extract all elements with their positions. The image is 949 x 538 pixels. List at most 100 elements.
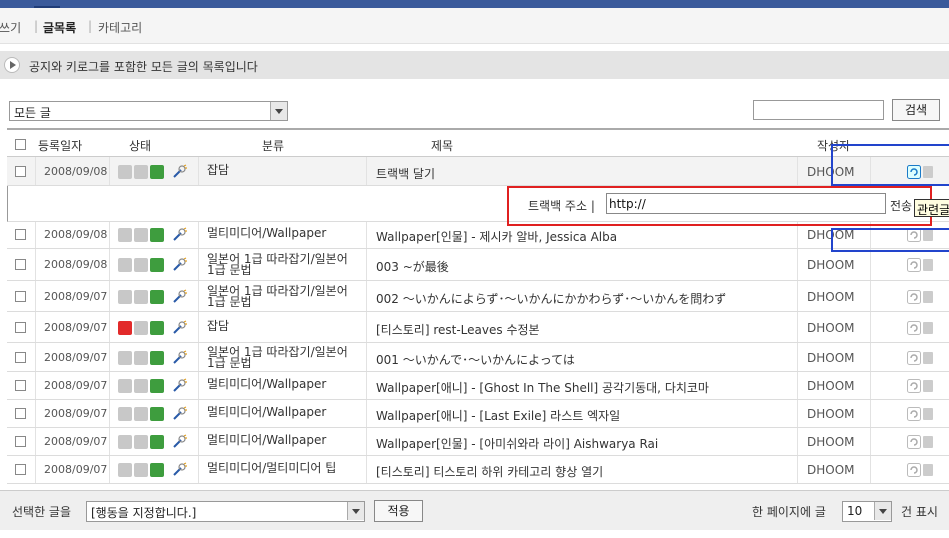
row-checkbox[interactable] [15,352,26,363]
key-icon[interactable] [134,435,148,449]
row-checkbox[interactable] [15,464,26,475]
unlock-icon[interactable] [150,290,164,304]
trackback-satellite-icon[interactable] [171,462,187,476]
refresh-icon[interactable] [907,290,921,304]
trackback-satellite-icon[interactable] [171,164,187,178]
refresh-icon[interactable] [907,407,921,421]
lock-icon[interactable] [118,228,132,242]
unlock-icon[interactable] [150,407,164,421]
trackback-satellite-icon[interactable] [171,406,187,420]
row-checkbox[interactable] [15,229,26,240]
key-icon[interactable] [134,463,148,477]
filter-select[interactable]: 모든 글 [9,101,288,121]
nav-write[interactable]: 글쓰기 [0,19,21,36]
search-input[interactable] [753,100,884,120]
trash-icon[interactable] [923,408,933,420]
trash-icon[interactable] [923,322,933,334]
table-row[interactable]: 2008/09/07 멀티미디어/Wallpaper Wallpaper[인물] -… [7,428,949,456]
table-row[interactable]: 2008/09/07 멀티미디어/Wallpaper Wallpaper[애니] -… [7,372,949,400]
row-category[interactable]: 멀티미디어/Wallpaper [207,434,357,446]
unlock-icon[interactable] [150,351,164,365]
key-icon[interactable] [134,407,148,421]
key-icon[interactable] [134,290,148,304]
lock-icon[interactable] [118,165,132,179]
row-checkbox[interactable] [15,322,26,333]
table-row[interactable]: 2008/09/07 멀티미디어/Wallpaper Wallpaper[애니] -… [7,400,949,428]
row-title[interactable]: Wallpaper[애니] - [Ghost In The Shell] 공각기… [376,379,709,396]
key-icon[interactable] [134,379,148,393]
refresh-icon[interactable] [907,435,921,449]
row-title[interactable]: [티스토리] rest-Leaves 수정본 [376,321,540,338]
col-date[interactable]: 등록일자 [38,137,82,154]
row-title[interactable]: 003 ~が最後 [376,258,449,275]
refresh-icon[interactable] [907,321,921,335]
row-title[interactable]: Wallpaper[인물] - 제시카 알바, Jessica Alba [376,228,617,245]
lock-icon[interactable] [118,435,132,449]
row-title[interactable]: 트랙백 달기 [376,165,435,182]
row-checkbox[interactable] [15,259,26,270]
row-checkbox[interactable] [15,436,26,447]
refresh-icon[interactable] [907,379,921,393]
row-category[interactable]: 멀티미디어/멀티미디어 팁 [207,462,357,474]
trash-icon[interactable] [923,464,933,476]
chevron-down-icon[interactable] [270,102,287,120]
key-icon[interactable] [134,321,148,335]
refresh-icon[interactable] [907,351,921,365]
trash-icon[interactable] [923,436,933,448]
table-row[interactable]: 2008/09/07 멀티미디어/멀티미디어 팁 [티스토리] 티스토리 하위 카테… [7,456,949,484]
unlock-icon[interactable] [150,379,164,393]
search-button[interactable]: 검색 [892,99,940,121]
row-category[interactable]: 멀티미디어/Wallpaper [207,227,357,239]
trash-icon[interactable] [923,259,933,271]
lock-icon[interactable] [118,258,132,272]
chevron-down-icon[interactable] [874,502,891,520]
row-category[interactable]: 멀티미디어/Wallpaper [207,378,357,390]
key-icon[interactable] [134,228,148,242]
per-page-select[interactable]: 10 [842,501,892,522]
apply-button[interactable]: 적용 [374,500,423,522]
trackback-satellite-icon[interactable] [171,350,187,364]
action-select[interactable]: [행동을 지정합니다.] [86,501,365,522]
trackback-satellite-icon[interactable] [171,227,187,241]
col-category[interactable]: 분류 [262,137,284,154]
row-category[interactable]: 멀티미디어/Wallpaper [207,406,357,418]
row-title[interactable]: Wallpaper[애니] - [Last Exile] 라스트 엑자일 [376,407,620,424]
trackback-satellite-icon[interactable] [171,434,187,448]
row-title[interactable]: 001 ～いかんで･～いかんによっては [376,351,575,368]
key-icon[interactable] [134,165,148,179]
trackback-satellite-icon[interactable] [171,257,187,271]
unlock-icon[interactable] [150,228,164,242]
row-title[interactable]: [티스토리] 티스토리 하위 카테고리 향상 열기 [376,463,603,480]
unlock-icon[interactable] [150,165,164,179]
unlock-icon[interactable] [150,435,164,449]
trackback-satellite-icon[interactable] [171,320,187,334]
row-checkbox[interactable] [15,291,26,302]
row-category[interactable]: 잡담 [207,164,357,176]
row-category[interactable]: 일본어 1급 따라잡기/일본어 1급 문법 [207,346,357,369]
table-row[interactable]: 2008/09/07 일본어 1급 따라잡기/일본어 1급 문법 001 ～いかんで… [7,343,949,372]
table-row[interactable]: 2008/09/07 잡담 [티스토리] rest-Leaves 수정본 DHOOM [7,312,949,343]
table-row[interactable]: 2008/09/07 일본어 1급 따라잡기/일본어 1급 문법 002 ～いかんに… [7,281,949,312]
trash-icon[interactable] [923,291,933,303]
lock-icon[interactable] [118,290,132,304]
trackback-satellite-icon[interactable] [171,378,187,392]
key-icon[interactable] [134,258,148,272]
unlock-icon[interactable] [150,463,164,477]
lock-icon[interactable] [118,379,132,393]
row-checkbox[interactable] [15,408,26,419]
row-category[interactable]: 잡담 [207,320,357,332]
unlock-icon[interactable] [150,321,164,335]
row-checkbox[interactable] [15,166,26,177]
nav-list[interactable]: 글목록 [43,19,76,36]
trash-icon[interactable] [923,380,933,392]
refresh-icon[interactable] [907,258,921,272]
lock-icon[interactable] [118,351,132,365]
row-title[interactable]: Wallpaper[인물] - [아미쉬와라 라이] Aishwarya Rai [376,435,658,452]
unlock-icon[interactable] [150,258,164,272]
trackback-satellite-icon[interactable] [171,289,187,303]
row-checkbox[interactable] [15,380,26,391]
lock-icon[interactable] [118,407,132,421]
row-category[interactable]: 일본어 1급 따라잡기/일본어 1급 문법 [207,253,357,276]
key-icon[interactable] [134,351,148,365]
row-title[interactable]: 002 ～いかんによらず･～いかんにかかわらず･～いかんを問わず [376,290,726,307]
